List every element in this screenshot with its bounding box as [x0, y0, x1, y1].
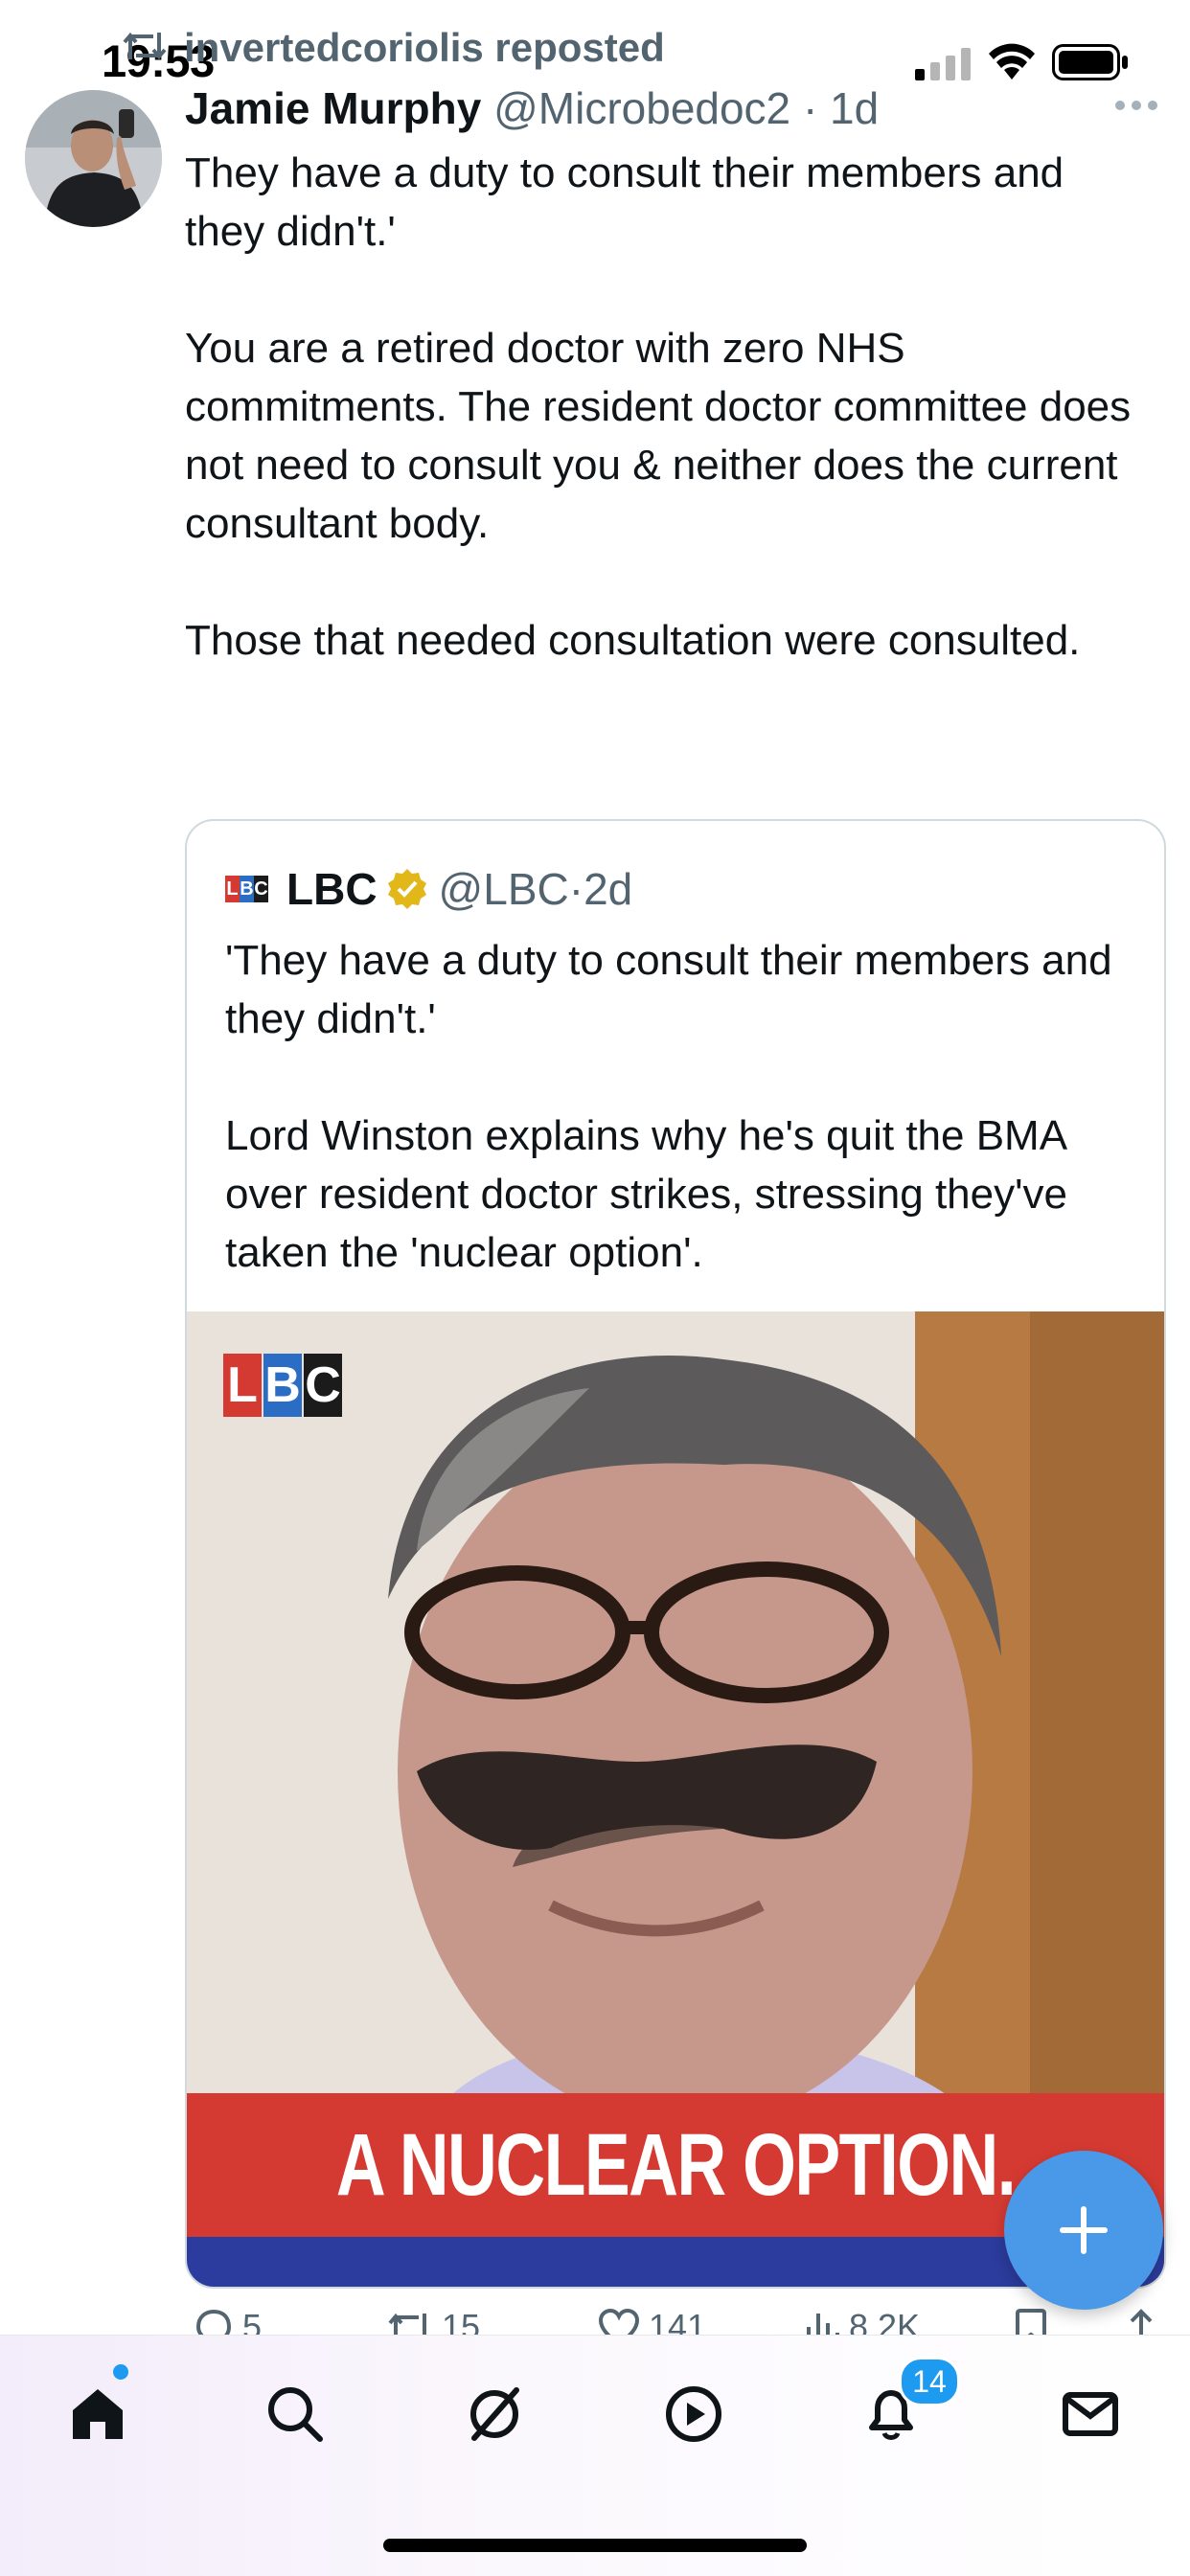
heart-icon [598, 2308, 640, 2337]
share-icon [1130, 2309, 1153, 2335]
home-indicator[interactable] [383, 2539, 807, 2552]
quoted-paragraph: 'They have a duty to consult their membe… [225, 937, 1112, 1042]
cellular-signal-icon [915, 48, 971, 80]
avatar-photo [25, 90, 162, 227]
tab-video[interactable] [655, 2376, 732, 2452]
meta-separator: · [568, 864, 584, 914]
tweet-author-row: Jamie Murphy @Microbedoc2 · 1d [185, 82, 879, 134]
logo-letter: L [223, 1354, 262, 1417]
mail-icon [1063, 2392, 1118, 2436]
meta-separator: · [802, 83, 818, 133]
repost-count: 15 [442, 2307, 481, 2337]
quoted-author-handle[interactable]: @LBC [439, 863, 569, 915]
search-icon [268, 2387, 323, 2442]
wifi-icon [989, 43, 1035, 80]
lbc-logo-icon: L B C [225, 876, 269, 902]
author-avatar[interactable] [25, 90, 162, 227]
logo-letter: B [240, 876, 254, 902]
tweet-action-row: 5 15 141 8.2K [185, 2304, 1172, 2337]
reply-icon [195, 2309, 232, 2337]
quoted-tweet-body: 'They have a duty to consult their membe… [225, 931, 1135, 1282]
verified-badge-icon [387, 869, 426, 909]
notifications-badge: 14 [899, 2357, 960, 2406]
home-icon [73, 2389, 123, 2439]
quoted-tweet-card[interactable]: L B C LBC @LBC · 2d 'They have a duty to… [185, 819, 1166, 2289]
tab-messages[interactable] [1052, 2376, 1129, 2452]
quoted-tweet-header: L B C LBC @LBC · 2d [225, 863, 632, 915]
tweet-paragraph: Those that needed consultation were cons… [185, 617, 1081, 664]
repost-button[interactable]: 15 [386, 2308, 480, 2337]
quoted-tweet-time[interactable]: 2d [584, 863, 632, 915]
bookmark-button[interactable] [1014, 2308, 1048, 2337]
bookmark-icon [1016, 2309, 1046, 2337]
like-count: 141 [649, 2307, 707, 2337]
quoted-video-thumbnail[interactable]: L B C A NUCLEAR OPTION. [187, 1311, 1164, 2287]
repost-icon [388, 2313, 426, 2337]
tweet-body: They have a duty to consult their member… [185, 144, 1153, 670]
grok-icon [470, 2387, 519, 2441]
quoted-paragraph: Lord Winston explains why he's quit the … [225, 1112, 1067, 1276]
more-options-icon[interactable] [1114, 100, 1158, 111]
quoted-author-name[interactable]: LBC [286, 863, 378, 915]
tab-grok[interactable] [456, 2376, 533, 2452]
repost-icon [123, 32, 167, 60]
tweet-paragraph: You are a retired doctor with zero NHS c… [185, 325, 1132, 547]
share-button[interactable] [1124, 2308, 1158, 2337]
views-count: 8.2K [849, 2307, 921, 2337]
like-button[interactable]: 141 [597, 2308, 706, 2337]
home-unread-dot [113, 2364, 128, 2380]
tab-search[interactable] [257, 2376, 333, 2452]
logo-letter: B [263, 1354, 302, 1417]
compose-tweet-button[interactable] [1004, 2151, 1163, 2310]
lbc-watermark-logo: L B C [223, 1354, 344, 1417]
battery-icon [1052, 44, 1128, 80]
video-caption-text: A NUCLEAR OPTION. [335, 2116, 1017, 2214]
author-handle[interactable]: @Microbedoc2 [493, 83, 790, 133]
reply-count: 5 [242, 2307, 263, 2337]
tweet-paragraph: They have a duty to consult their member… [185, 149, 1064, 255]
views-icon [807, 2314, 839, 2337]
reply-button[interactable]: 5 [193, 2308, 262, 2337]
plus-icon [1060, 2206, 1108, 2254]
logo-letter: C [304, 1354, 342, 1417]
author-name[interactable]: Jamie Murphy [185, 83, 481, 133]
tab-home[interactable] [59, 2376, 136, 2452]
views-button[interactable]: 8.2K [803, 2308, 920, 2337]
logo-letter: C [254, 876, 268, 902]
logo-letter: L [225, 876, 240, 902]
repost-label[interactable]: invertedcoriolis reposted [184, 25, 665, 71]
video-play-icon [666, 2386, 721, 2442]
tweet-time[interactable]: 1d [830, 83, 879, 133]
